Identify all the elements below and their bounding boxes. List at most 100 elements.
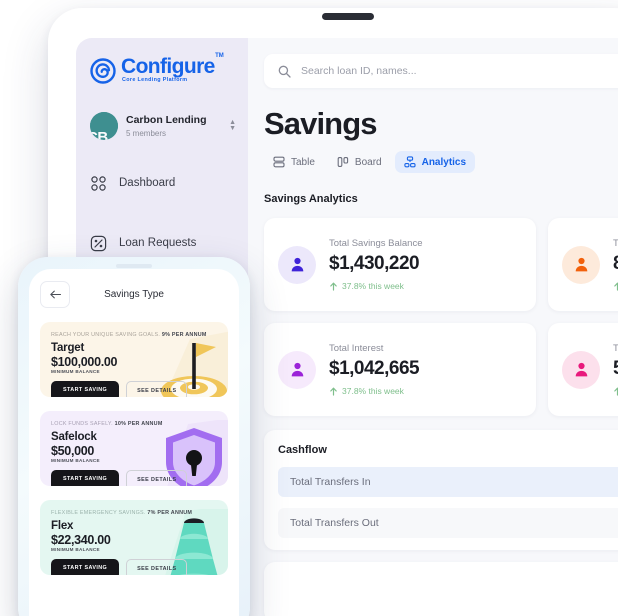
start-saving-button[interactable]: START SAVING — [51, 381, 120, 397]
savings-plan-card-flex[interactable]: FLEXIBLE EMERGENCY SAVINGS. 7% PER ANNUM… — [40, 500, 228, 575]
table-row[interactable]: Total Transfers Out $30,574.21 +20% — [278, 508, 618, 538]
cashflow-title: Cashflow — [278, 444, 327, 456]
see-details-button[interactable]: SEE DETAILS — [126, 559, 188, 575]
workspace-name: Carbon Lending — [126, 114, 207, 127]
person-icon — [575, 362, 587, 377]
stat-delta: 37.8% this week — [329, 386, 522, 396]
percent-square-icon — [90, 235, 107, 251]
cashflow-row-label: Total Transfers In — [290, 476, 371, 488]
start-saving-button[interactable]: START SAVING — [51, 559, 120, 575]
grid-dots-icon — [91, 175, 106, 191]
phone-screen: Savings Type REACH YOUR UNIQUE SAVING GO… — [29, 269, 239, 616]
arrow-up-icon — [614, 387, 618, 396]
workspace-member-count: 5 members — [126, 128, 167, 138]
stat-icon-badge — [562, 350, 600, 389]
plan-minimum-balance-label: MINIMUM BALANCE — [51, 458, 100, 463]
view-tabs: Table Board Analytics — [264, 151, 618, 173]
savings-plan-card-target[interactable]: REACH YOUR UNIQUE SAVING GOALS. 9% PER A… — [40, 322, 228, 397]
phone-header: Savings Type — [40, 281, 228, 308]
plan-eyebrow-text: REACH YOUR UNIQUE SAVING GOALS. — [51, 332, 161, 338]
spiral-logo-icon — [90, 58, 116, 84]
stat-icon-badge — [278, 350, 316, 389]
tab-label: Board — [354, 156, 382, 168]
secondary-panel — [264, 562, 618, 616]
search-input[interactable] — [301, 65, 618, 77]
stat-value: $1,430,220 — [329, 253, 420, 274]
stat-card-total-savings-accounts[interactable]: Total Savings Accounts 8 37.8% this week — [548, 218, 618, 311]
search-bar[interactable] — [264, 54, 618, 88]
stat-card-total-savings-balance[interactable]: Total Savings Balance $1,430,220 37.8% t… — [264, 218, 536, 311]
cashflow-card: Cashflow Total Transfers In Total Transf… — [264, 430, 618, 550]
brand-name: Configure — [121, 55, 215, 78]
plan-eyebrow: FLEXIBLE EMERGENCY SAVINGS. 7% PER ANNUM — [51, 510, 217, 516]
main-content: Savings Table Board — [248, 38, 618, 616]
start-saving-button[interactable]: START SAVING — [51, 470, 120, 486]
stat-icon-badge — [278, 245, 316, 284]
person-icon — [291, 362, 303, 377]
stat-card-total-savers[interactable]: Total Savers 5 37.8% this week — [548, 323, 618, 416]
arrow-up-icon — [330, 282, 337, 291]
brand-logo[interactable]: Configure TM Core Lending Platform — [76, 53, 248, 84]
stat-label: Total Savers — [613, 343, 618, 354]
person-icon — [291, 257, 303, 272]
search-icon — [278, 65, 291, 78]
sidebar-item-dashboard[interactable]: Dashboard — [76, 166, 248, 200]
tablet-camera-notch — [322, 13, 374, 20]
person-icon — [575, 257, 587, 272]
tab-label: Analytics — [421, 156, 467, 168]
arrow-up-icon — [614, 282, 618, 291]
stat-label: Total Savings Accounts — [613, 238, 618, 249]
plan-amount: $100,000.00 — [51, 355, 118, 369]
plan-amount: $22,340.00 — [51, 533, 111, 547]
brand-trademark: TM — [215, 53, 224, 59]
see-details-button[interactable]: SEE DETAILS — [126, 381, 188, 397]
plan-name: Target — [51, 342, 85, 354]
sidebar-item-loan-requests[interactable]: Loan Requests — [76, 226, 248, 260]
sidebar-item-label: Dashboard — [119, 177, 176, 189]
cashflow-row-label: Total Transfers Out — [290, 517, 379, 529]
tab-label: Table — [291, 156, 315, 168]
stat-value: $1,042,665 — [329, 358, 420, 379]
tab-table[interactable]: Table — [264, 151, 324, 173]
table-row[interactable]: Total Transfers In — [278, 467, 618, 497]
phone-speaker-grille — [116, 264, 152, 268]
plan-eyebrow-text: LOCK FUNDS SAFELY. — [51, 421, 113, 427]
stat-icon-badge — [562, 245, 600, 284]
phone-device-frame: Savings Type REACH YOUR UNIQUE SAVING GO… — [18, 257, 250, 616]
stat-delta-text: 37.8% this week — [342, 281, 404, 291]
stat-delta-text: 37.8% this week — [342, 386, 404, 396]
phone-header-title: Savings Type — [104, 289, 164, 300]
plan-eyebrow: REACH YOUR UNIQUE SAVING GOALS. 9% PER A… — [51, 332, 217, 338]
stats-grid: Total Savings Balance $1,430,220 37.8% t… — [264, 218, 618, 416]
plan-name: Safelock — [51, 431, 97, 443]
arrow-up-icon — [330, 387, 337, 396]
analytics-node-icon — [403, 156, 416, 168]
plan-rate: 9% PER ANNUM — [161, 332, 207, 338]
see-details-button[interactable]: SEE DETAILS — [126, 470, 188, 486]
workspace-switcher[interactable]: CB Carbon Lending 5 members ▲ ▼ — [76, 112, 248, 140]
page-title: Savings — [264, 106, 377, 141]
kanban-board-icon — [337, 157, 349, 167]
plan-amount: $50,000 — [51, 444, 95, 458]
avatar-initials: CB — [90, 129, 108, 140]
plan-minimum-balance-label: MINIMUM BALANCE — [51, 369, 100, 374]
plan-eyebrow-text: FLEXIBLE EMERGENCY SAVINGS. — [51, 510, 146, 516]
sidebar-item-label: Loan Requests — [119, 237, 197, 249]
plan-name: Flex — [51, 520, 74, 532]
chevron-up-down-icon[interactable]: ▲ ▼ — [229, 119, 236, 133]
savings-plan-card-safelock[interactable]: LOCK FUNDS SAFELY. 10% PER ANNUM Safeloc… — [40, 411, 228, 486]
plan-rate: 10% PER ANNUM — [114, 421, 163, 427]
stat-value: 8 — [613, 253, 618, 275]
section-title: Savings Analytics — [264, 193, 358, 205]
tab-board[interactable]: Board — [328, 151, 391, 173]
stat-delta: 37.8% this week — [613, 281, 618, 291]
stat-delta: 37.8% this week — [329, 281, 522, 291]
stat-card-total-interest[interactable]: Total Interest $1,042,665 37.8% this wee… — [264, 323, 536, 416]
plan-rate: 7% PER ANNUM — [147, 510, 193, 516]
table-rows-icon — [273, 156, 285, 168]
stat-value: 5 — [613, 358, 618, 380]
plan-minimum-balance-label: MINIMUM BALANCE — [51, 547, 100, 552]
tab-analytics[interactable]: Analytics — [394, 151, 476, 173]
stat-label: Total Interest — [329, 343, 384, 354]
avatar: CB — [90, 112, 118, 140]
